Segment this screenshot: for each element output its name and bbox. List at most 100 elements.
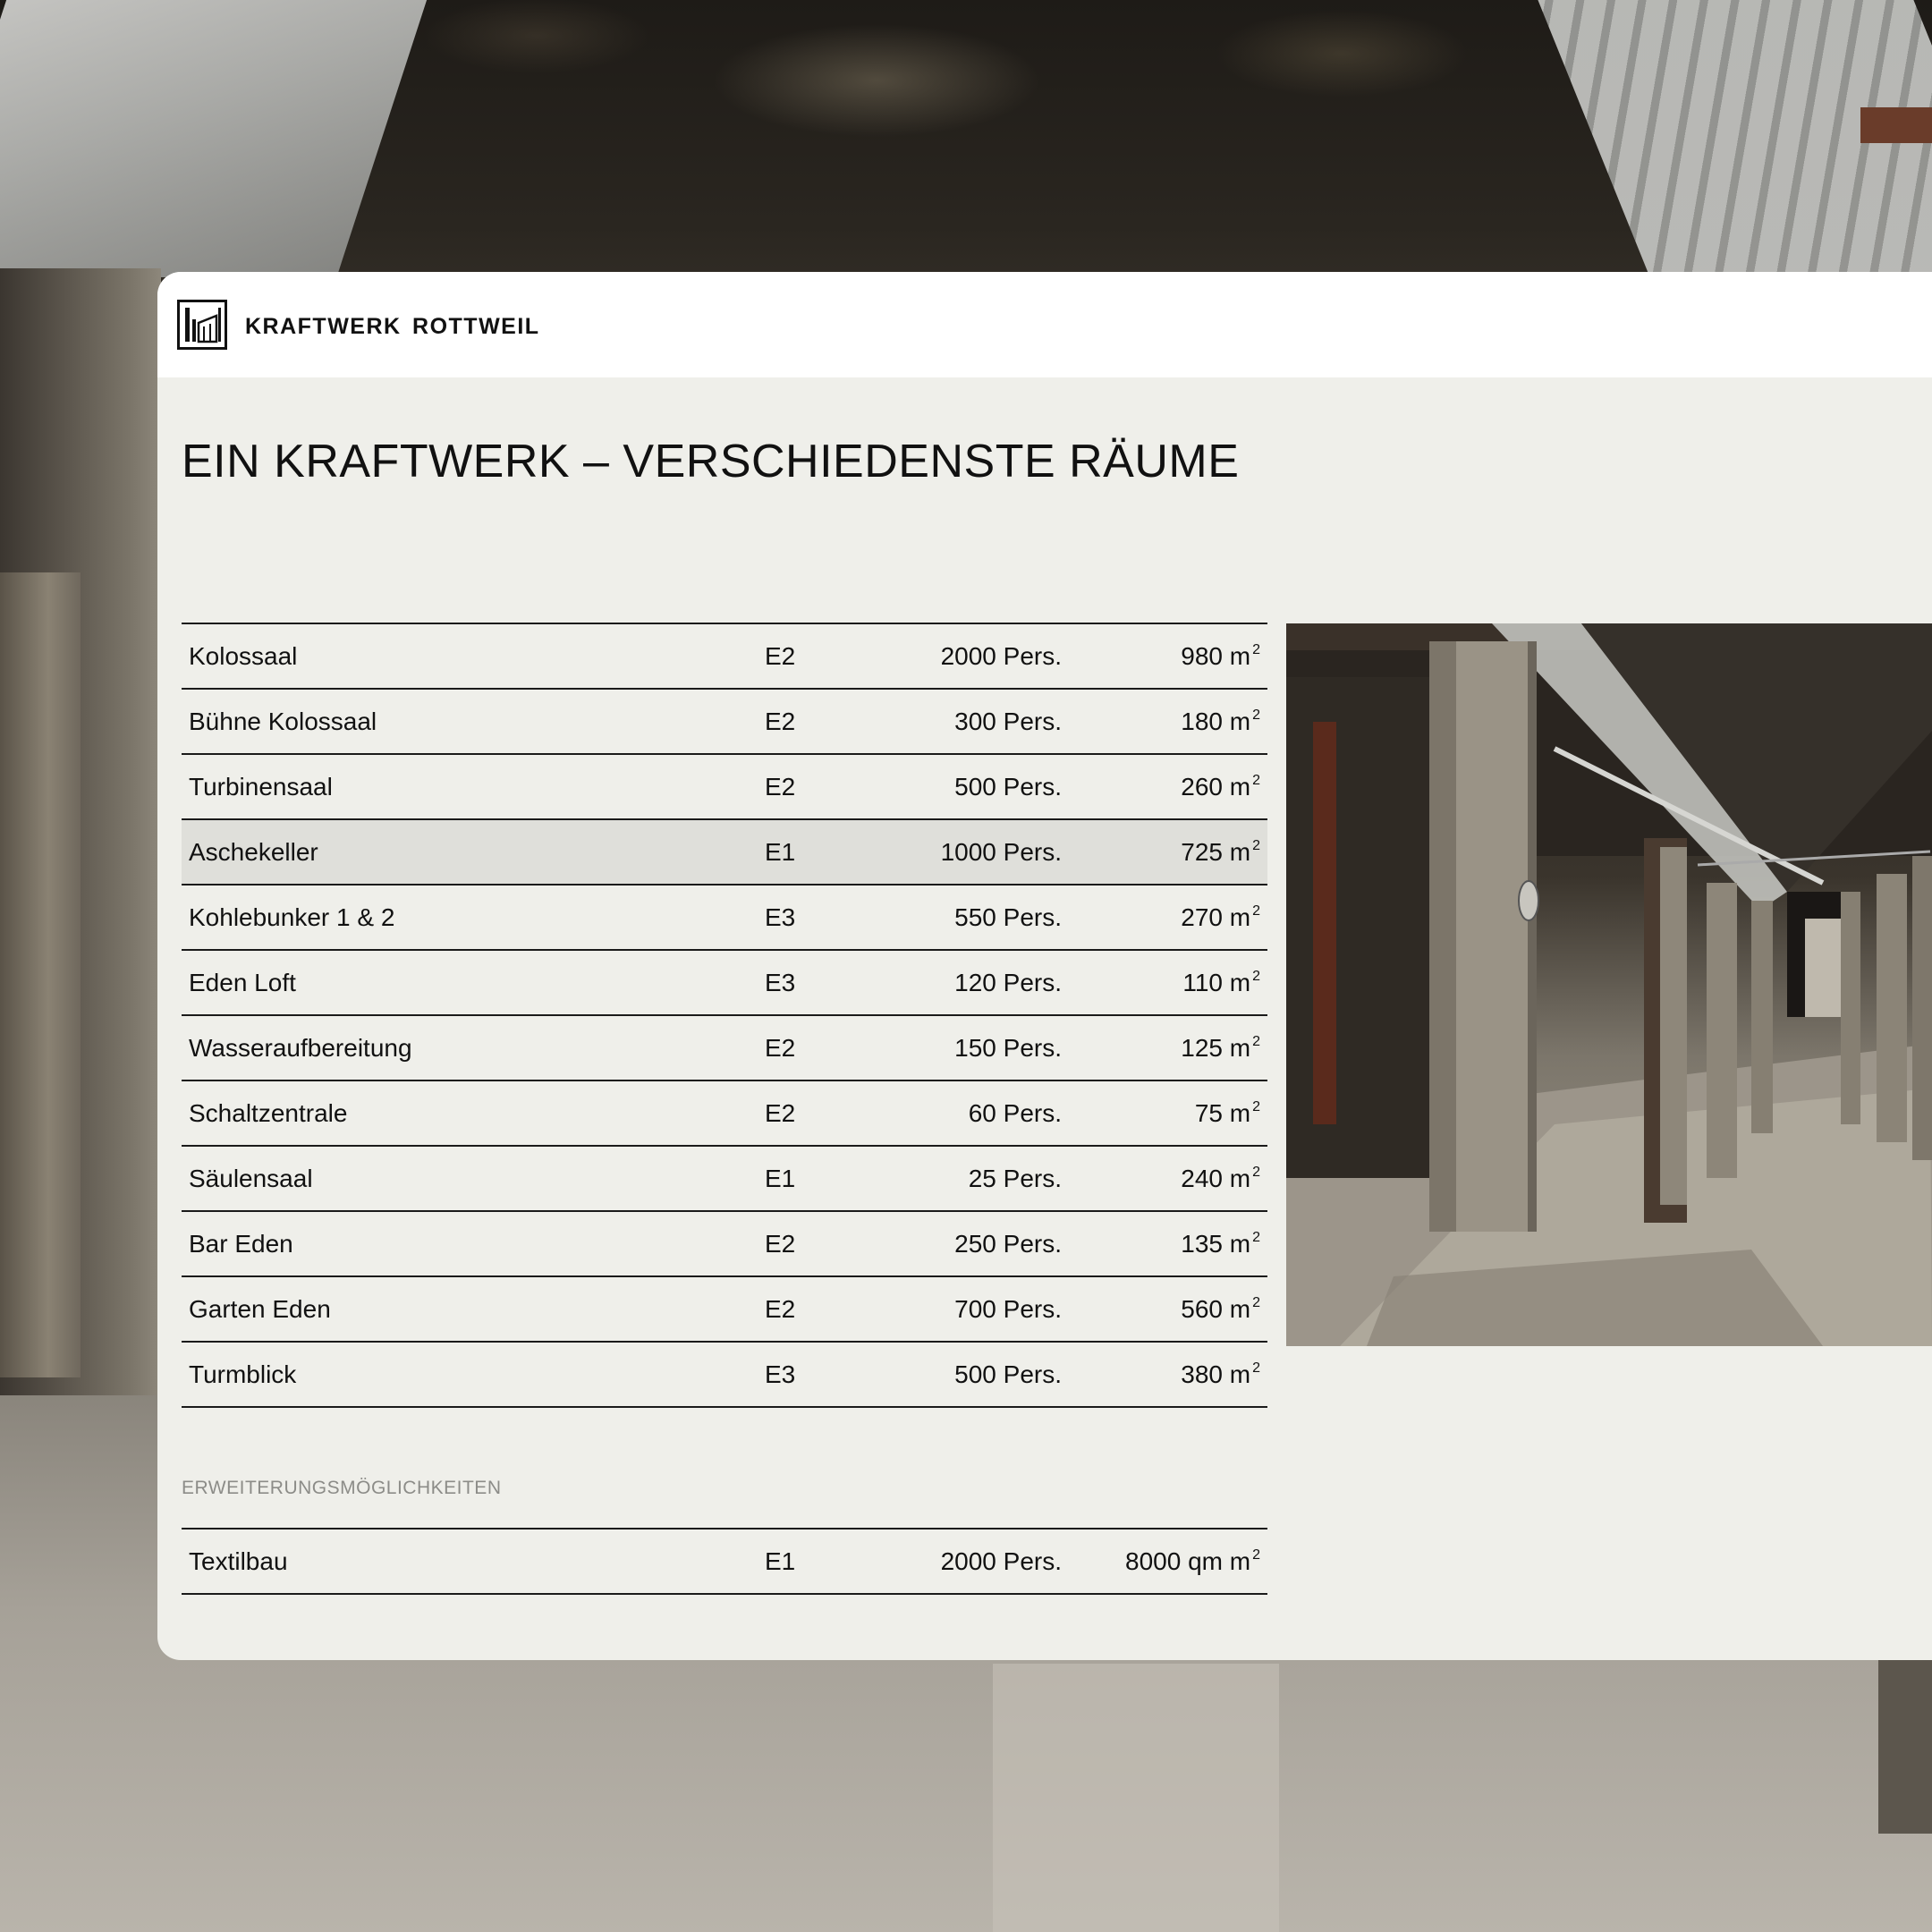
table-row[interactable]: Kohlebunker 1 & 2 E3 550 Pers. 270 m2 (182, 886, 1267, 951)
room-area-value: 240 m (1181, 1165, 1251, 1192)
room-level: E2 (765, 1230, 796, 1258)
room-area: 125 m2 (1181, 1034, 1260, 1063)
room-capacity: 700 Pers. (954, 1295, 1062, 1323)
room-name: Wasseraufbereitung (189, 1034, 412, 1062)
room-name: Eden Loft (189, 969, 296, 996)
room-capacity: 60 Pers. (968, 1099, 1062, 1127)
room-capacity: 2000 Pers. (940, 642, 1062, 670)
background-pillar-right (1878, 1655, 1932, 1834)
table-row[interactable]: Bühne Kolossaal E2 300 Pers. 180 m2 (182, 690, 1267, 755)
room-area-unit-exponent: 2 (1252, 838, 1260, 853)
room-area: 135 m2 (1181, 1230, 1260, 1258)
room-area-unit-exponent: 2 (1252, 1099, 1260, 1114)
room-area-value: 110 m (1182, 969, 1251, 996)
table-row[interactable]: Kolossaal E2 2000 Pers. 980 m2 (182, 624, 1267, 690)
room-area: 980 m2 (1181, 642, 1260, 671)
room-level: E2 (765, 1099, 796, 1127)
room-area-unit-exponent: 2 (1252, 708, 1260, 723)
room-area: 270 m2 (1181, 903, 1260, 932)
room-capacity: 2000 Pers. (940, 1547, 1062, 1575)
room-area-unit-exponent: 2 (1252, 1165, 1260, 1180)
table-row-highlighted[interactable]: Aschekeller E1 1000 Pers. 725 m2 (182, 820, 1267, 886)
room-photo-illustration (1286, 623, 1932, 1346)
site-header: KRAFTWERK ROTTWEIL (157, 272, 1932, 377)
room-area-unit-exponent: 2 (1252, 1034, 1260, 1049)
room-area-value: 725 m (1181, 838, 1251, 866)
brand-name[interactable]: KRAFTWERK ROTTWEIL (245, 314, 540, 340)
room-area-value: 270 m (1181, 903, 1251, 931)
room-area: 180 m2 (1181, 708, 1260, 736)
room-level: E3 (765, 1360, 796, 1388)
room-level: E2 (765, 642, 796, 670)
room-level: E2 (765, 1295, 796, 1323)
room-area: 725 m2 (1181, 838, 1260, 867)
room-name: Bühne Kolossaal (189, 708, 377, 735)
room-level: E2 (765, 708, 796, 735)
background-pillar (0, 572, 80, 1377)
room-name: Bar Eden (189, 1230, 293, 1258)
room-area-value: 980 m (1181, 642, 1251, 670)
room-area: 110 m2 (1182, 969, 1260, 997)
room-area: 260 m2 (1181, 773, 1260, 801)
table-row[interactable]: Garten Eden E2 700 Pers. 560 m2 (182, 1277, 1267, 1343)
table-row[interactable]: Schaltzentrale E2 60 Pers. 75 m2 (182, 1081, 1267, 1147)
rooms-card: KRAFTWERK ROTTWEIL EIN KRAFTWERK – VERSC… (157, 272, 1932, 1660)
room-area-value: 8000 qm m (1125, 1547, 1251, 1575)
room-area-unit-exponent: 2 (1252, 1230, 1260, 1245)
room-capacity: 300 Pers. (954, 708, 1062, 735)
table-row[interactable]: Wasseraufbereitung E2 150 Pers. 125 m2 (182, 1016, 1267, 1081)
room-name: Turmblick (189, 1360, 297, 1388)
room-level: E1 (765, 1547, 796, 1575)
table-row[interactable]: Turbinensaal E2 500 Pers. 260 m2 (182, 755, 1267, 820)
room-area: 560 m2 (1181, 1295, 1260, 1324)
background-floor-slab (993, 1664, 1279, 1932)
room-capacity: 250 Pers. (954, 1230, 1062, 1258)
room-name: Aschekeller (189, 838, 318, 866)
room-level: E1 (765, 1165, 796, 1192)
table-row[interactable]: Eden Loft E3 120 Pers. 110 m2 (182, 951, 1267, 1016)
room-photo (1286, 623, 1932, 1346)
room-area-unit-exponent: 2 (1252, 642, 1260, 657)
background-beam (1860, 107, 1932, 143)
extension-table: Textilbau E1 2000 Pers. 8000 qm m2 (182, 1528, 1267, 1595)
room-capacity: 1000 Pers. (940, 838, 1062, 866)
kraftwerk-logo-icon[interactable] (177, 300, 227, 350)
room-area-unit-exponent: 2 (1252, 903, 1260, 919)
room-area-unit-exponent: 2 (1252, 773, 1260, 788)
room-capacity: 120 Pers. (954, 969, 1062, 996)
room-name: Säulensaal (189, 1165, 313, 1192)
room-level: E3 (765, 903, 796, 931)
extension-section-label: ERWEITERUNGSMÖGLICHKEITEN (182, 1478, 502, 1498)
room-name: Kolossaal (189, 642, 298, 670)
room-area-unit-exponent: 2 (1252, 969, 1260, 984)
room-level: E1 (765, 838, 796, 866)
room-name: Garten Eden (189, 1295, 331, 1323)
room-area-value: 260 m (1181, 773, 1251, 801)
room-area-value: 125 m (1181, 1034, 1251, 1062)
room-level: E2 (765, 1034, 796, 1062)
room-area-value: 75 m (1194, 1099, 1251, 1127)
room-capacity: 25 Pers. (968, 1165, 1062, 1192)
room-area: 8000 qm m2 (1125, 1547, 1260, 1576)
room-area: 240 m2 (1181, 1165, 1260, 1193)
room-area-value: 560 m (1181, 1295, 1251, 1323)
room-capacity: 550 Pers. (954, 903, 1062, 931)
room-area: 380 m2 (1181, 1360, 1260, 1389)
room-capacity: 500 Pers. (954, 773, 1062, 801)
room-area-value: 135 m (1181, 1230, 1251, 1258)
room-capacity: 150 Pers. (954, 1034, 1062, 1062)
room-area-unit-exponent: 2 (1252, 1547, 1260, 1563)
room-area-unit-exponent: 2 (1252, 1295, 1260, 1310)
room-area-unit-exponent: 2 (1252, 1360, 1260, 1376)
room-name: Schaltzentrale (189, 1099, 348, 1127)
table-row[interactable]: Bar Eden E2 250 Pers. 135 m2 (182, 1212, 1267, 1277)
table-row[interactable]: Textilbau E1 2000 Pers. 8000 qm m2 (182, 1530, 1267, 1595)
table-row[interactable]: Säulensaal E1 25 Pers. 240 m2 (182, 1147, 1267, 1212)
rooms-table: Kolossaal E2 2000 Pers. 980 m2 Bühne Kol… (182, 623, 1267, 1408)
room-name: Kohlebunker 1 & 2 (189, 903, 395, 931)
room-capacity: 500 Pers. (954, 1360, 1062, 1388)
room-level: E3 (765, 969, 796, 996)
table-row[interactable]: Turmblick E3 500 Pers. 380 m2 (182, 1343, 1267, 1408)
room-area-value: 380 m (1181, 1360, 1251, 1388)
room-name: Turbinensaal (189, 773, 333, 801)
